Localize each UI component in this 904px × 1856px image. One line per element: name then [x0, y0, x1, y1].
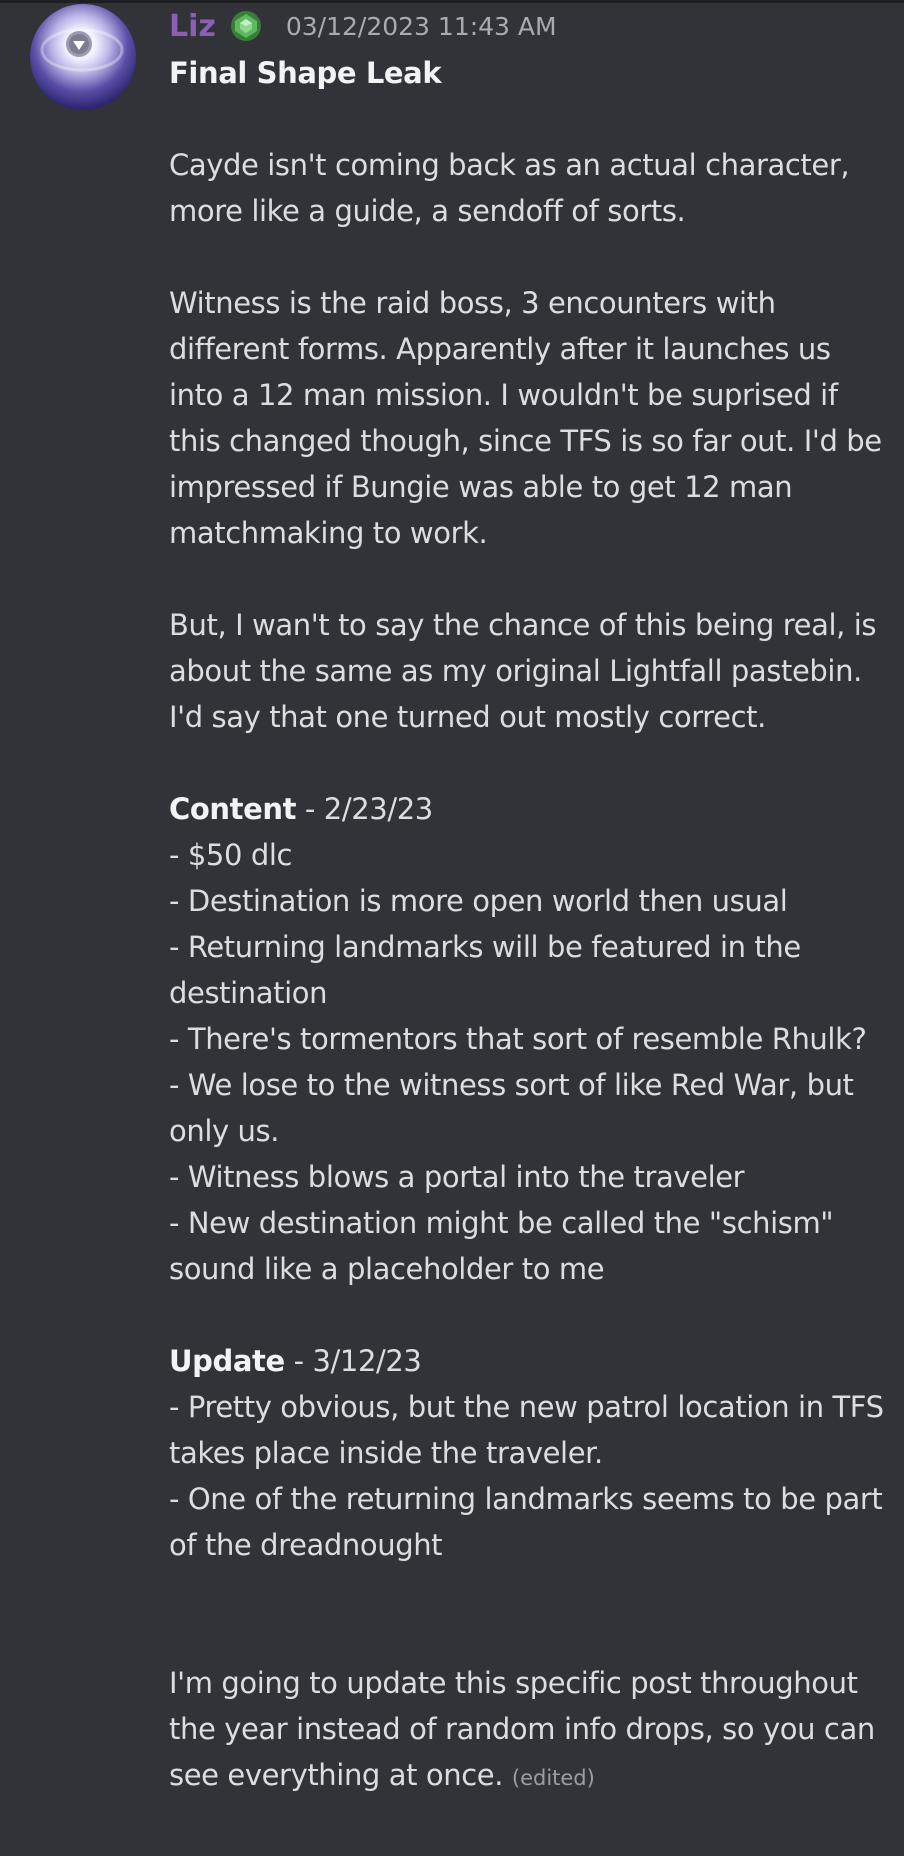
update-section-heading: Update - 3/12/23 [169, 1344, 422, 1378]
paragraph-cayde: Cayde isn't coming back as an actual cha… [169, 148, 850, 228]
list-item: - Destination is more open world then us… [169, 884, 788, 918]
list-item: - Pretty obvious, but the new patrol loc… [169, 1390, 884, 1470]
list-item: - One of the returning landmarks seems t… [169, 1482, 883, 1562]
closing-paragraph: I'm going to update this specific post t… [169, 1666, 875, 1792]
green-gem-icon[interactable] [230, 10, 262, 42]
list-item: - There's tormentors that sort of resemb… [169, 1022, 867, 1056]
chat-message: Liz 03/12/2023 11:43 AM Final Shape Leak… [0, 0, 904, 1856]
content-section-heading: Content - 2/23/23 [169, 792, 433, 826]
message-content: Final Shape Leak Cayde isn't coming back… [169, 50, 889, 1801]
avatar-planet-icon [40, 28, 124, 72]
message-header: Liz 03/12/2023 11:43 AM [169, 4, 557, 48]
list-item: - New destination might be called the "s… [169, 1206, 834, 1286]
paragraph-disclaimer: But, I wan't to say the chance of this b… [169, 608, 877, 734]
avatar[interactable] [30, 4, 136, 110]
timestamp: 03/12/2023 11:43 AM [285, 11, 557, 41]
list-item: - We lose to the witness sort of like Re… [169, 1068, 854, 1148]
paragraph-witness: Witness is the raid boss, 3 encounters w… [169, 286, 882, 550]
list-item: - Witness blows a portal into the travel… [169, 1160, 745, 1194]
username[interactable]: Liz [169, 9, 216, 44]
list-item: - $50 dlc [169, 838, 293, 872]
list-item: - Returning landmarks will be featured i… [169, 930, 801, 1010]
edited-label: (edited) [511, 1766, 595, 1790]
message-title: Final Shape Leak [169, 56, 442, 90]
